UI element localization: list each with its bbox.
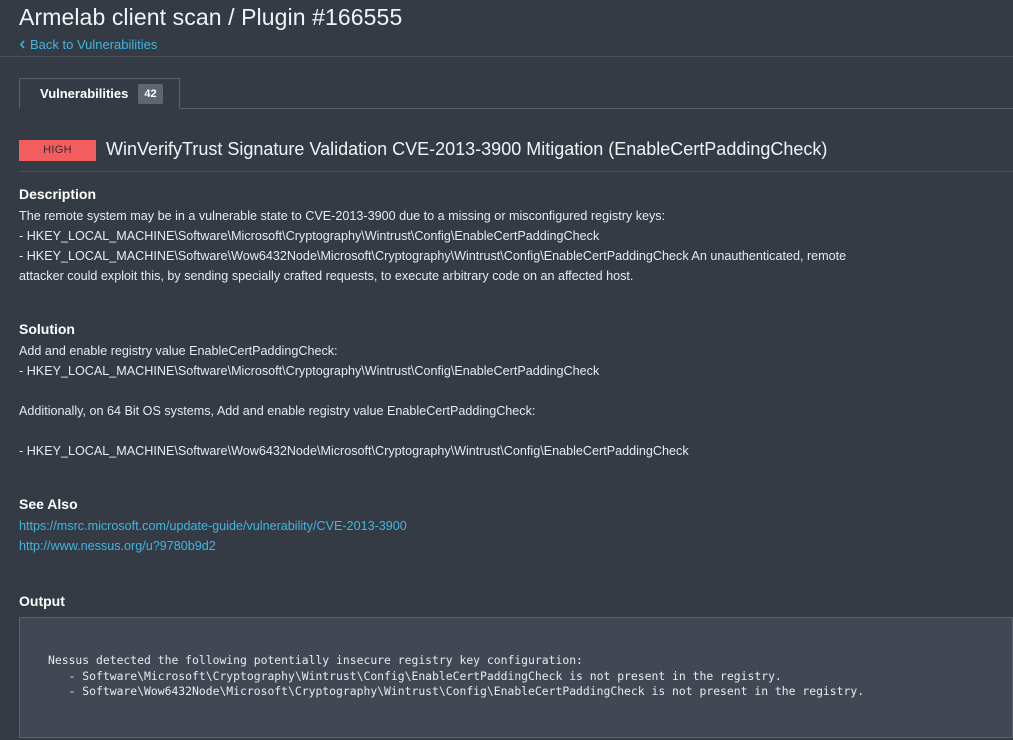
output-box: Nessus detected the following potentiall… xyxy=(19,617,1013,738)
see-also-link-nessus[interactable]: http://www.nessus.org/u?9780b9d2 xyxy=(19,539,216,553)
tab-label: Vulnerabilities xyxy=(40,86,129,101)
output-line: Nessus detected the following potentiall… xyxy=(48,653,583,667)
severity-badge: HIGH xyxy=(19,140,96,161)
description-line: The remote system may be in a vulnerable… xyxy=(19,209,666,223)
vulnerability-title: WinVerifyTrust Signature Validation CVE-… xyxy=(106,139,828,159)
page-header: Armelab client scan / Plugin #166555 Bac… xyxy=(0,0,1013,57)
description-line: - HKEY_LOCAL_MACHINE\Software\Microsoft\… xyxy=(19,229,600,243)
tab-count-badge: 42 xyxy=(138,83,163,104)
back-link-label: Back to Vulnerabilities xyxy=(30,37,158,52)
tab-vulnerabilities[interactable]: Vulnerabilities 42 xyxy=(19,78,180,109)
chevron-left-icon xyxy=(19,40,25,49)
output-heading: Output xyxy=(19,593,65,609)
back-to-vulnerabilities-link[interactable]: Back to Vulnerabilities xyxy=(19,37,157,52)
description-heading: Description xyxy=(19,186,97,202)
solution-line: Additionally, on 64 Bit OS systems, Add … xyxy=(19,404,536,418)
vulnerability-header: HIGH WinVerifyTrust Signature Validation… xyxy=(19,138,1013,172)
tab-bar: Vulnerabilities 42 xyxy=(19,78,1013,109)
solution-line: - HKEY_LOCAL_MACHINE\Software\Wow6432Nod… xyxy=(19,444,689,458)
solution-line: - HKEY_LOCAL_MACHINE\Software\Microsoft\… xyxy=(19,364,600,378)
page-title: Armelab client scan / Plugin #166555 xyxy=(19,4,403,30)
solution-heading: Solution xyxy=(19,321,75,337)
see-also-heading: See Also xyxy=(19,496,78,512)
description-line: - HKEY_LOCAL_MACHINE\Software\Wow6432Nod… xyxy=(19,249,847,263)
output-line: - Software\Wow6432Node\Microsoft\Cryptog… xyxy=(48,684,865,698)
see-also-link-msrc[interactable]: https://msrc.microsoft.com/update-guide/… xyxy=(19,519,407,533)
output-line: - Software\Microsoft\Cryptography\Wintru… xyxy=(48,669,782,683)
description-line: attacker could exploit this, by sending … xyxy=(19,269,634,283)
solution-line: Add and enable registry value EnableCert… xyxy=(19,344,338,358)
